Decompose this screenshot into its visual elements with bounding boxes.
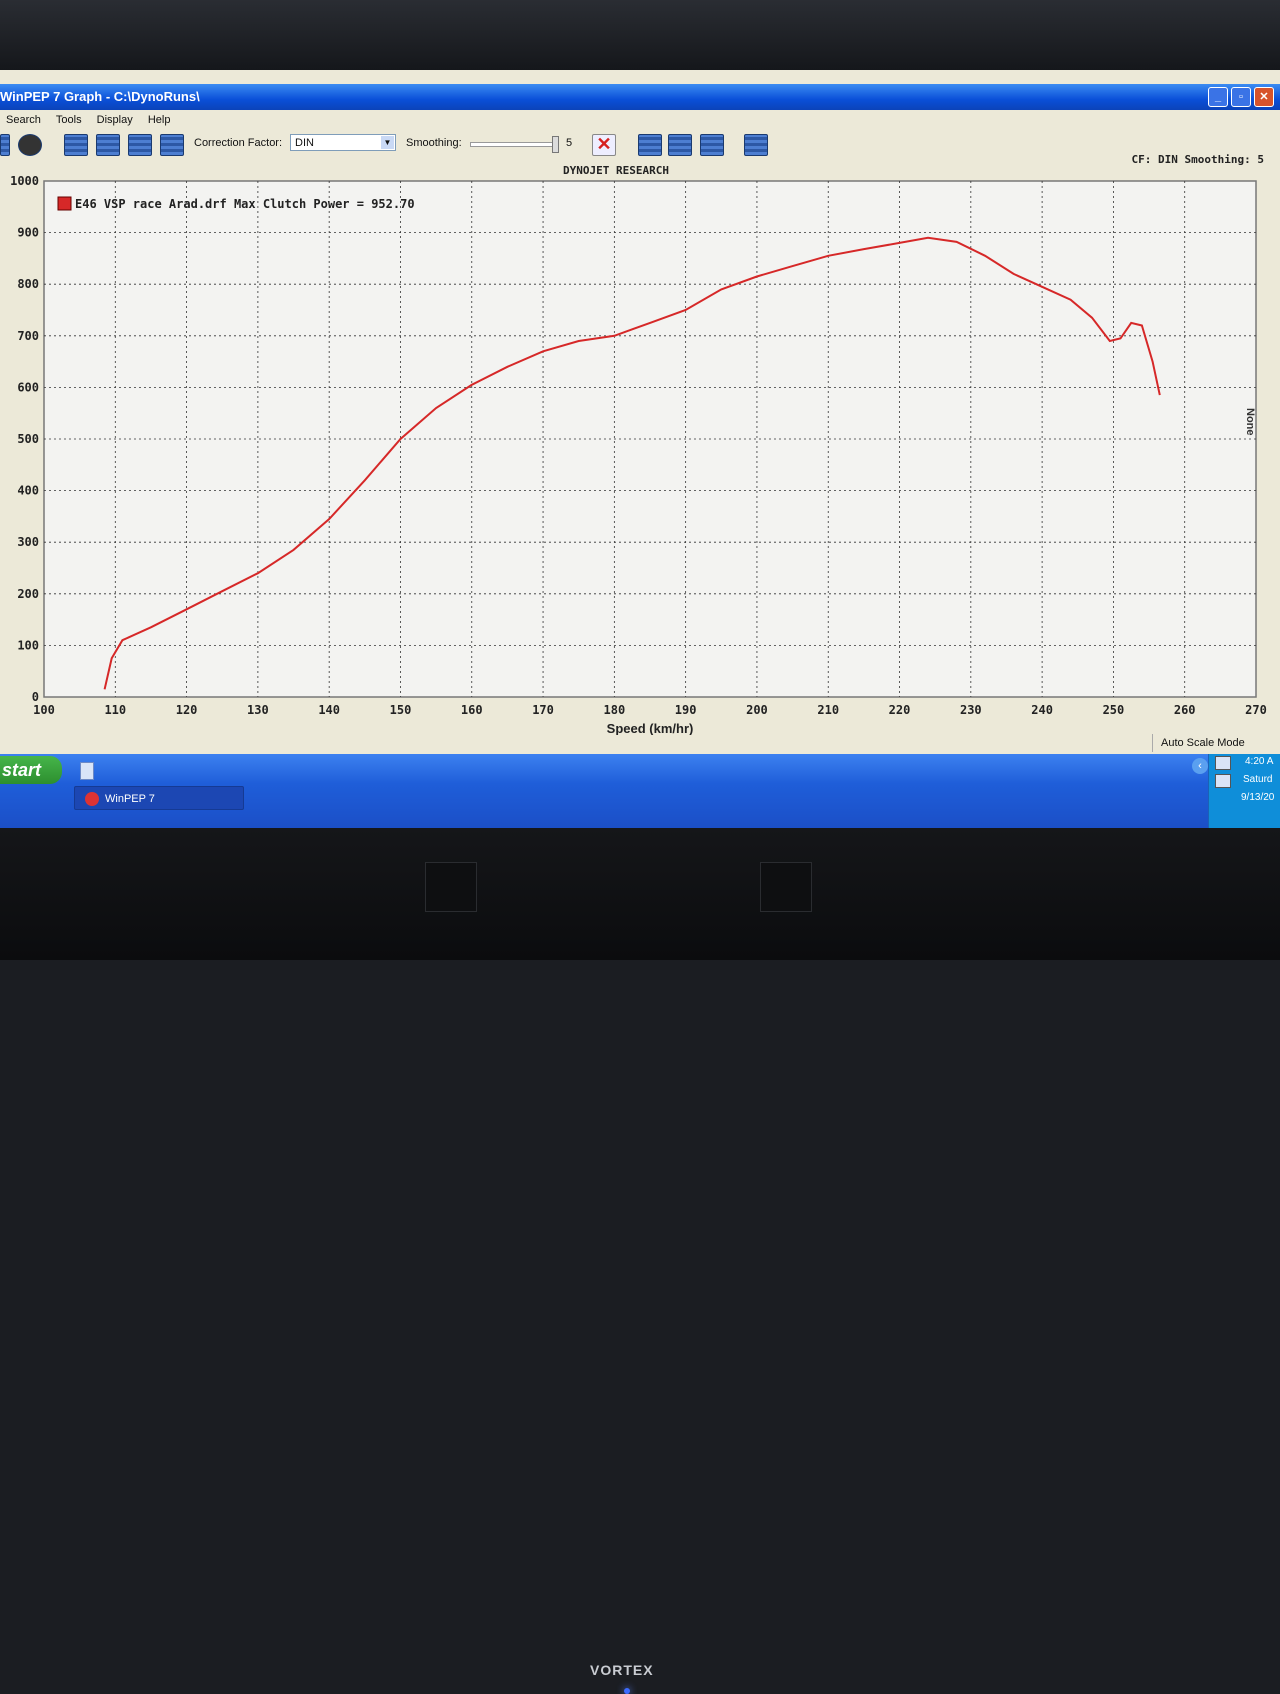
menu-search[interactable]: Search [6,110,41,130]
monitor-mount-right [760,862,812,912]
x-tick-label: 180 [604,703,626,717]
dyno-graph[interactable]: 100 110 120 130 140 150 160 170 180 190 200 210 220 2… [0,174,1280,736]
screen: WinPEP 7 Graph - C:\DynoRuns\ _ ▫ ✕ Sear… [0,70,1280,828]
x-tick-label: 190 [675,703,697,717]
x-tick-label: 160 [461,703,483,717]
correction-factor-value: DIN [295,137,314,149]
graph-view-4-icon[interactable] [160,134,184,156]
pan-hand-icon[interactable] [668,134,692,156]
taskbar-item-winpep[interactable]: WinPEP 7 [74,786,244,810]
y-tick-label: 400 [17,484,39,498]
network-icon[interactable] [1215,756,1231,770]
clock-day: Saturd [1243,774,1273,785]
y-tick-label: 300 [17,535,39,549]
monitor-bezel-bottom: VORTEX [0,828,1280,1694]
x-tick-label: 120 [176,703,198,717]
y-tick-label: 800 [17,277,39,291]
menu-bar: Search Tools Display Help [0,110,1280,130]
graph-view-3-icon[interactable] [128,134,152,156]
auto-scale-mode: Auto Scale Mode [1152,734,1280,752]
clock-date: 9/13/20 [1241,792,1275,803]
minimize-button[interactable]: _ [1208,87,1228,107]
quick-launch-icon[interactable] [80,762,94,780]
crosshair-icon[interactable] [744,134,768,156]
start-button[interactable]: start [0,756,62,784]
smoothing-slider[interactable] [470,136,559,153]
graph-view-2-icon[interactable] [96,134,120,156]
smoothing-thumb[interactable] [552,136,559,153]
window-controls: _ ▫ ✕ [1208,87,1274,107]
y-tick-label: 0 [32,690,39,704]
status-bar [0,734,1280,752]
grid-icon[interactable] [0,134,10,156]
x-tick-label: 140 [318,703,340,717]
x-axis-label: Speed (km/hr) [607,721,694,735]
dyno-chart-svg[interactable]: 100 110 120 130 140 150 160 170 180 190 200 210 220 2… [0,174,1280,736]
correction-factor-label: Correction Factor: [194,137,283,149]
x-tick-label: 100 [33,703,55,717]
window-titlebar[interactable]: WinPEP 7 Graph - C:\DynoRuns\ _ ▫ ✕ [0,84,1280,110]
y-tick-label: 500 [17,432,39,446]
x-tick-label: 270 [1245,703,1267,717]
toolbar: Correction Factor: DIN ▼ Smoothing: 5 ✕ [0,130,1280,160]
y-tick-label: 100 [17,638,39,652]
x-tick-label: 220 [889,703,911,717]
y-tick-label: 900 [17,226,39,240]
system-tray: 4:20 A Saturd 9/13/20 [1208,754,1280,828]
x-tick-label: 150 [390,703,412,717]
x-tick-label: 110 [104,703,126,717]
monitor-brand: VORTEX [590,1662,654,1678]
taskbar-item-label: WinPEP 7 [105,793,155,805]
menu-help[interactable]: Help [148,110,171,130]
volume-icon[interactable] [1215,774,1231,788]
legend-swatch [57,196,72,211]
right-axis-label: None [1244,408,1256,436]
tray-expand-icon[interactable]: ‹ [1192,758,1208,774]
menu-tools[interactable]: Tools [56,110,82,130]
smoothing-label: Smoothing: [406,137,462,149]
x-tick-label: 200 [746,703,768,717]
graph-view-1-icon[interactable] [64,134,88,156]
y-tick-label: 1000 [10,175,39,188]
x-tick-label: 250 [1103,703,1125,717]
menu-display[interactable]: Display [97,110,133,130]
y-tick-label: 600 [17,380,39,394]
y-tick-label: 700 [17,329,39,343]
chevron-down-icon[interactable]: ▼ [381,136,394,149]
x-tick-label: 130 [247,703,269,717]
dyno-icon[interactable] [18,134,42,156]
cf-smoothing-info: CF: DIN Smoothing: 5 [1131,153,1264,166]
x-tick-label: 210 [817,703,839,717]
winpep-icon [85,792,99,806]
x-tick-label: 230 [960,703,982,717]
x-tick-label: 170 [532,703,554,717]
x-tick-label: 240 [1031,703,1053,717]
clear-cursor-icon[interactable]: ✕ [592,134,616,156]
zoom-icon[interactable] [638,134,662,156]
taskbar: start WinPEP 7 ‹ 4:20 A Saturd 9/13/20 [0,754,1280,828]
window-title: WinPEP 7 Graph - C:\DynoRuns\ [0,89,200,104]
unzoom-icon[interactable] [700,134,724,156]
clock-time: 4:20 A [1245,756,1274,767]
close-button[interactable]: ✕ [1254,87,1274,107]
monitor-mount-left [425,862,477,912]
maximize-button[interactable]: ▫ [1231,87,1251,107]
smoothing-track [470,142,558,147]
x-tick-label: 260 [1174,703,1196,717]
smoothing-value: 5 [566,137,573,149]
power-led-icon [624,1688,630,1694]
monitor-bezel-top [0,0,1280,70]
correction-factor-select[interactable]: DIN ▼ [290,134,396,151]
legend-label: E46 VSP race Arad.drf Max Clutch Power =… [75,197,415,211]
y-tick-label: 200 [17,587,39,601]
